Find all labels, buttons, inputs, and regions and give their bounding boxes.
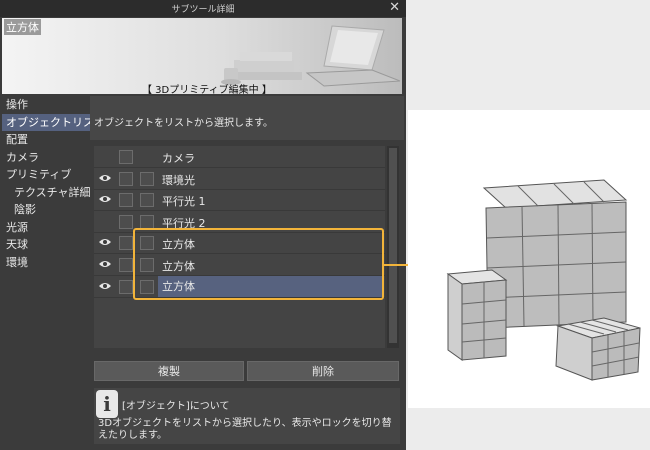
close-icon[interactable]: ✕ (389, 0, 400, 15)
preview-title: 立方体 (4, 19, 41, 35)
highlight-frame (133, 228, 384, 300)
3d-canvas (408, 110, 650, 408)
eye-icon[interactable] (98, 194, 112, 204)
visibility-toggle[interactable] (119, 193, 133, 208)
lock-checkbox[interactable] (140, 214, 154, 229)
eye-icon[interactable] (98, 173, 112, 183)
duplicate-button[interactable]: 複製 (94, 361, 244, 381)
cube-scene (446, 179, 641, 381)
visibility-toggle[interactable] (119, 171, 133, 186)
delete-button[interactable]: 削除 (247, 361, 399, 381)
visibility-toggle[interactable] (119, 214, 133, 229)
visibility-toggle[interactable] (119, 279, 133, 294)
sidebar-item[interactable]: 光源 (2, 219, 90, 237)
lock-checkbox[interactable] (140, 193, 154, 208)
subtool-detail-window: サブツール詳細 ✕ 立方体 【 3Dプリミティブ編集中 】 操作 オブジェクトリス… (0, 0, 406, 450)
sidebar-item[interactable]: 配置 (2, 131, 90, 149)
sidebar-item[interactable]: 天球 (2, 236, 90, 254)
eye-icon[interactable] (98, 237, 112, 247)
preview-panel: 立方体 【 3Dプリミティブ編集中 】 (2, 18, 402, 94)
eye-hidden-slot[interactable] (98, 216, 112, 226)
info-panel: i [オブジェクト]について 3Dオブジェクトをリストから選択したり、表示やロッ… (94, 388, 400, 444)
sidebar-item[interactable]: プリミティブ (2, 166, 90, 184)
title-bar: サブツール詳細 ✕ (0, 0, 406, 17)
list-scrollbar[interactable] (387, 146, 399, 348)
section-header: オブジェクトをリストから選択します。 (90, 96, 404, 140)
category-sidebar: 操作 オブジェクトリスト 配置 カメラ プリミティブ テクスチャ詳細 陰影 光源 天球 環境 (2, 96, 105, 272)
sidebar-item[interactable]: オブジェクトリスト (2, 113, 105, 131)
lock-checkbox[interactable] (119, 150, 133, 164)
list-item[interactable]: 平行光 1 (94, 189, 385, 212)
sidebar-item[interactable]: 環境 (2, 254, 90, 272)
object-name: 環境光 (162, 173, 195, 187)
object-name: 平行光 1 (162, 195, 206, 209)
scrollbar-thumb[interactable] (389, 148, 397, 343)
lock-checkbox[interactable] (140, 171, 154, 186)
eye-icon[interactable] (98, 259, 112, 269)
sidebar-item[interactable]: テクスチャ詳細 (2, 184, 91, 202)
info-title: [オブジェクト]について (122, 401, 230, 412)
window-title: サブツール詳細 (171, 5, 235, 15)
visibility-toggle[interactable] (119, 258, 133, 272)
list-item[interactable]: カメラ (94, 146, 385, 168)
object-name: カメラ (162, 152, 195, 165)
edit-status: 【 3Dプリミティブ編集中 】 (142, 85, 272, 94)
list-item[interactable]: 環境光 (94, 168, 385, 190)
info-text: 3Dオブジェクトをリストから選択したり、表示やロックを切り替えたりします。 (98, 418, 392, 441)
sidebar-item[interactable]: カメラ (2, 149, 90, 167)
sidebar-item[interactable]: 陰影 (2, 201, 90, 219)
eye-icon[interactable] (98, 281, 112, 291)
visibility-toggle[interactable] (119, 236, 133, 251)
sidebar-item[interactable]: 操作 (2, 96, 90, 114)
info-icon: i (96, 390, 118, 418)
section-description: オブジェクトをリストから選択します。 (94, 118, 273, 129)
